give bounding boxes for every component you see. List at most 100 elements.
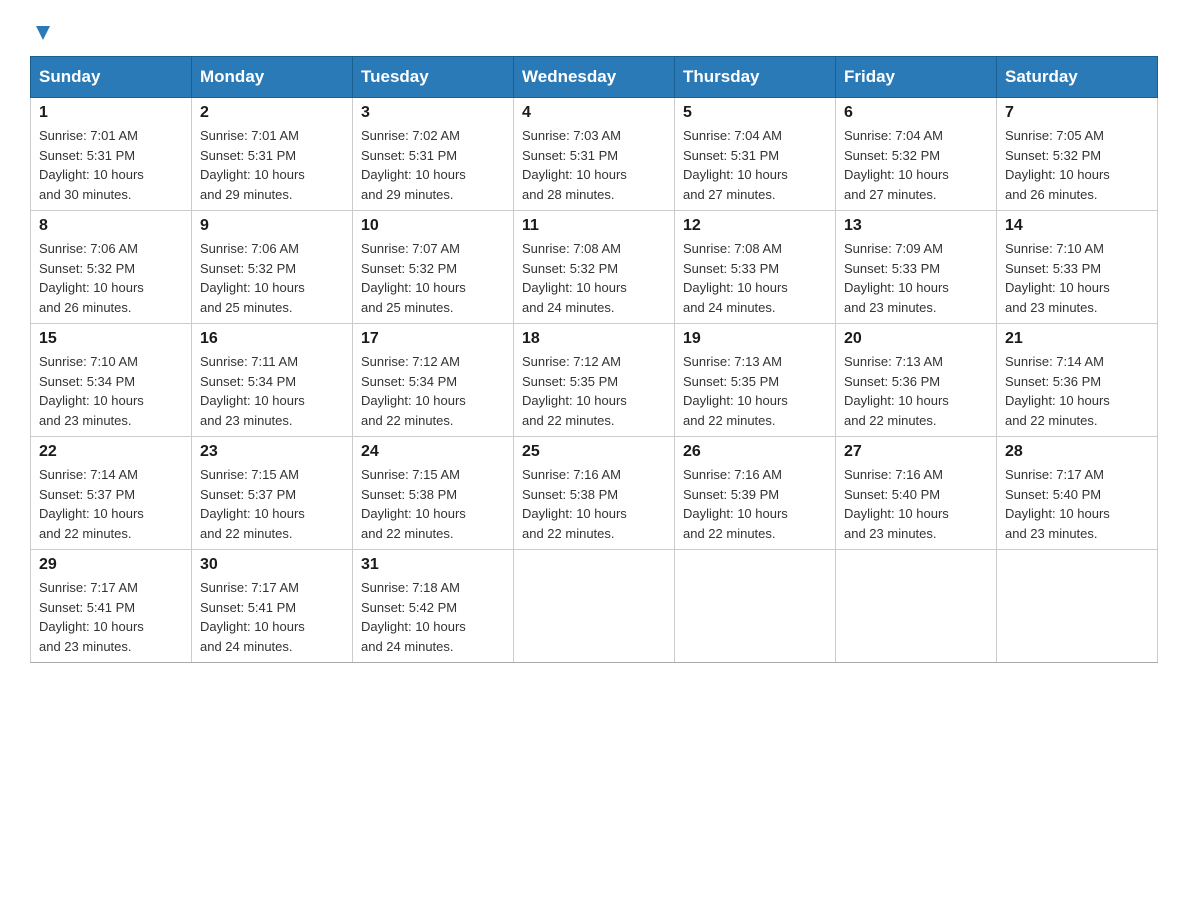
day-info: Sunrise: 7:14 AM Sunset: 5:37 PM Dayligh… xyxy=(39,465,183,543)
day-info: Sunrise: 7:15 AM Sunset: 5:38 PM Dayligh… xyxy=(361,465,505,543)
calendar-cell: 24 Sunrise: 7:15 AM Sunset: 5:38 PM Dayl… xyxy=(353,437,514,550)
day-info: Sunrise: 7:01 AM Sunset: 5:31 PM Dayligh… xyxy=(200,126,344,204)
calendar-cell: 31 Sunrise: 7:18 AM Sunset: 5:42 PM Dayl… xyxy=(353,550,514,663)
day-info: Sunrise: 7:06 AM Sunset: 5:32 PM Dayligh… xyxy=(200,239,344,317)
day-info: Sunrise: 7:10 AM Sunset: 5:34 PM Dayligh… xyxy=(39,352,183,430)
day-info: Sunrise: 7:03 AM Sunset: 5:31 PM Dayligh… xyxy=(522,126,666,204)
calendar-week-4: 22 Sunrise: 7:14 AM Sunset: 5:37 PM Dayl… xyxy=(31,437,1158,550)
page-header xyxy=(30,20,1158,40)
weekday-header-saturday: Saturday xyxy=(997,57,1158,98)
calendar-cell: 29 Sunrise: 7:17 AM Sunset: 5:41 PM Dayl… xyxy=(31,550,192,663)
calendar-cell: 7 Sunrise: 7:05 AM Sunset: 5:32 PM Dayli… xyxy=(997,98,1158,211)
day-number: 6 xyxy=(844,104,988,122)
day-info: Sunrise: 7:16 AM Sunset: 5:38 PM Dayligh… xyxy=(522,465,666,543)
day-number: 27 xyxy=(844,443,988,461)
calendar-cell: 14 Sunrise: 7:10 AM Sunset: 5:33 PM Dayl… xyxy=(997,211,1158,324)
day-info: Sunrise: 7:18 AM Sunset: 5:42 PM Dayligh… xyxy=(361,578,505,656)
day-info: Sunrise: 7:13 AM Sunset: 5:36 PM Dayligh… xyxy=(844,352,988,430)
day-number: 3 xyxy=(361,104,505,122)
calendar-cell: 27 Sunrise: 7:16 AM Sunset: 5:40 PM Dayl… xyxy=(836,437,997,550)
calendar-cell xyxy=(675,550,836,663)
calendar-cell: 16 Sunrise: 7:11 AM Sunset: 5:34 PM Dayl… xyxy=(192,324,353,437)
calendar-cell: 10 Sunrise: 7:07 AM Sunset: 5:32 PM Dayl… xyxy=(353,211,514,324)
day-number: 13 xyxy=(844,217,988,235)
calendar-cell xyxy=(514,550,675,663)
calendar-cell: 15 Sunrise: 7:10 AM Sunset: 5:34 PM Dayl… xyxy=(31,324,192,437)
day-info: Sunrise: 7:16 AM Sunset: 5:39 PM Dayligh… xyxy=(683,465,827,543)
day-info: Sunrise: 7:09 AM Sunset: 5:33 PM Dayligh… xyxy=(844,239,988,317)
day-number: 25 xyxy=(522,443,666,461)
calendar-cell: 21 Sunrise: 7:14 AM Sunset: 5:36 PM Dayl… xyxy=(997,324,1158,437)
weekday-header-wednesday: Wednesday xyxy=(514,57,675,98)
calendar-cell: 18 Sunrise: 7:12 AM Sunset: 5:35 PM Dayl… xyxy=(514,324,675,437)
logo-triangle-icon xyxy=(32,22,54,44)
day-number: 31 xyxy=(361,556,505,574)
calendar-cell: 1 Sunrise: 7:01 AM Sunset: 5:31 PM Dayli… xyxy=(31,98,192,211)
day-info: Sunrise: 7:10 AM Sunset: 5:33 PM Dayligh… xyxy=(1005,239,1149,317)
day-info: Sunrise: 7:04 AM Sunset: 5:32 PM Dayligh… xyxy=(844,126,988,204)
day-info: Sunrise: 7:06 AM Sunset: 5:32 PM Dayligh… xyxy=(39,239,183,317)
calendar-table: SundayMondayTuesdayWednesdayThursdayFrid… xyxy=(30,56,1158,663)
calendar-cell: 25 Sunrise: 7:16 AM Sunset: 5:38 PM Dayl… xyxy=(514,437,675,550)
day-number: 21 xyxy=(1005,330,1149,348)
day-number: 9 xyxy=(200,217,344,235)
day-number: 1 xyxy=(39,104,183,122)
day-number: 7 xyxy=(1005,104,1149,122)
day-number: 8 xyxy=(39,217,183,235)
day-info: Sunrise: 7:12 AM Sunset: 5:35 PM Dayligh… xyxy=(522,352,666,430)
calendar-cell: 3 Sunrise: 7:02 AM Sunset: 5:31 PM Dayli… xyxy=(353,98,514,211)
day-number: 11 xyxy=(522,217,666,235)
calendar-week-3: 15 Sunrise: 7:10 AM Sunset: 5:34 PM Dayl… xyxy=(31,324,1158,437)
day-info: Sunrise: 7:02 AM Sunset: 5:31 PM Dayligh… xyxy=(361,126,505,204)
calendar-cell: 30 Sunrise: 7:17 AM Sunset: 5:41 PM Dayl… xyxy=(192,550,353,663)
calendar-cell: 26 Sunrise: 7:16 AM Sunset: 5:39 PM Dayl… xyxy=(675,437,836,550)
day-number: 24 xyxy=(361,443,505,461)
day-number: 26 xyxy=(683,443,827,461)
day-number: 18 xyxy=(522,330,666,348)
day-number: 14 xyxy=(1005,217,1149,235)
calendar-cell: 17 Sunrise: 7:12 AM Sunset: 5:34 PM Dayl… xyxy=(353,324,514,437)
day-number: 20 xyxy=(844,330,988,348)
weekday-header-thursday: Thursday xyxy=(675,57,836,98)
day-info: Sunrise: 7:16 AM Sunset: 5:40 PM Dayligh… xyxy=(844,465,988,543)
day-info: Sunrise: 7:17 AM Sunset: 5:41 PM Dayligh… xyxy=(200,578,344,656)
day-info: Sunrise: 7:08 AM Sunset: 5:32 PM Dayligh… xyxy=(522,239,666,317)
day-number: 12 xyxy=(683,217,827,235)
day-info: Sunrise: 7:13 AM Sunset: 5:35 PM Dayligh… xyxy=(683,352,827,430)
weekday-header-friday: Friday xyxy=(836,57,997,98)
calendar-cell xyxy=(997,550,1158,663)
calendar-cell: 19 Sunrise: 7:13 AM Sunset: 5:35 PM Dayl… xyxy=(675,324,836,437)
calendar-cell: 11 Sunrise: 7:08 AM Sunset: 5:32 PM Dayl… xyxy=(514,211,675,324)
day-info: Sunrise: 7:07 AM Sunset: 5:32 PM Dayligh… xyxy=(361,239,505,317)
day-number: 30 xyxy=(200,556,344,574)
calendar-cell: 6 Sunrise: 7:04 AM Sunset: 5:32 PM Dayli… xyxy=(836,98,997,211)
calendar-week-5: 29 Sunrise: 7:17 AM Sunset: 5:41 PM Dayl… xyxy=(31,550,1158,663)
day-info: Sunrise: 7:17 AM Sunset: 5:41 PM Dayligh… xyxy=(39,578,183,656)
calendar-cell: 12 Sunrise: 7:08 AM Sunset: 5:33 PM Dayl… xyxy=(675,211,836,324)
calendar-cell: 13 Sunrise: 7:09 AM Sunset: 5:33 PM Dayl… xyxy=(836,211,997,324)
day-number: 17 xyxy=(361,330,505,348)
day-info: Sunrise: 7:12 AM Sunset: 5:34 PM Dayligh… xyxy=(361,352,505,430)
calendar-cell: 20 Sunrise: 7:13 AM Sunset: 5:36 PM Dayl… xyxy=(836,324,997,437)
day-number: 22 xyxy=(39,443,183,461)
calendar-week-1: 1 Sunrise: 7:01 AM Sunset: 5:31 PM Dayli… xyxy=(31,98,1158,211)
calendar-cell xyxy=(836,550,997,663)
day-info: Sunrise: 7:11 AM Sunset: 5:34 PM Dayligh… xyxy=(200,352,344,430)
day-info: Sunrise: 7:08 AM Sunset: 5:33 PM Dayligh… xyxy=(683,239,827,317)
day-number: 5 xyxy=(683,104,827,122)
day-info: Sunrise: 7:15 AM Sunset: 5:37 PM Dayligh… xyxy=(200,465,344,543)
weekday-header-tuesday: Tuesday xyxy=(353,57,514,98)
weekday-header-monday: Monday xyxy=(192,57,353,98)
day-number: 15 xyxy=(39,330,183,348)
day-info: Sunrise: 7:05 AM Sunset: 5:32 PM Dayligh… xyxy=(1005,126,1149,204)
calendar-cell: 9 Sunrise: 7:06 AM Sunset: 5:32 PM Dayli… xyxy=(192,211,353,324)
weekday-header-sunday: Sunday xyxy=(31,57,192,98)
day-number: 19 xyxy=(683,330,827,348)
calendar-cell: 4 Sunrise: 7:03 AM Sunset: 5:31 PM Dayli… xyxy=(514,98,675,211)
day-number: 29 xyxy=(39,556,183,574)
day-number: 28 xyxy=(1005,443,1149,461)
calendar-cell: 22 Sunrise: 7:14 AM Sunset: 5:37 PM Dayl… xyxy=(31,437,192,550)
calendar-cell: 8 Sunrise: 7:06 AM Sunset: 5:32 PM Dayli… xyxy=(31,211,192,324)
calendar-cell: 5 Sunrise: 7:04 AM Sunset: 5:31 PM Dayli… xyxy=(675,98,836,211)
day-number: 10 xyxy=(361,217,505,235)
